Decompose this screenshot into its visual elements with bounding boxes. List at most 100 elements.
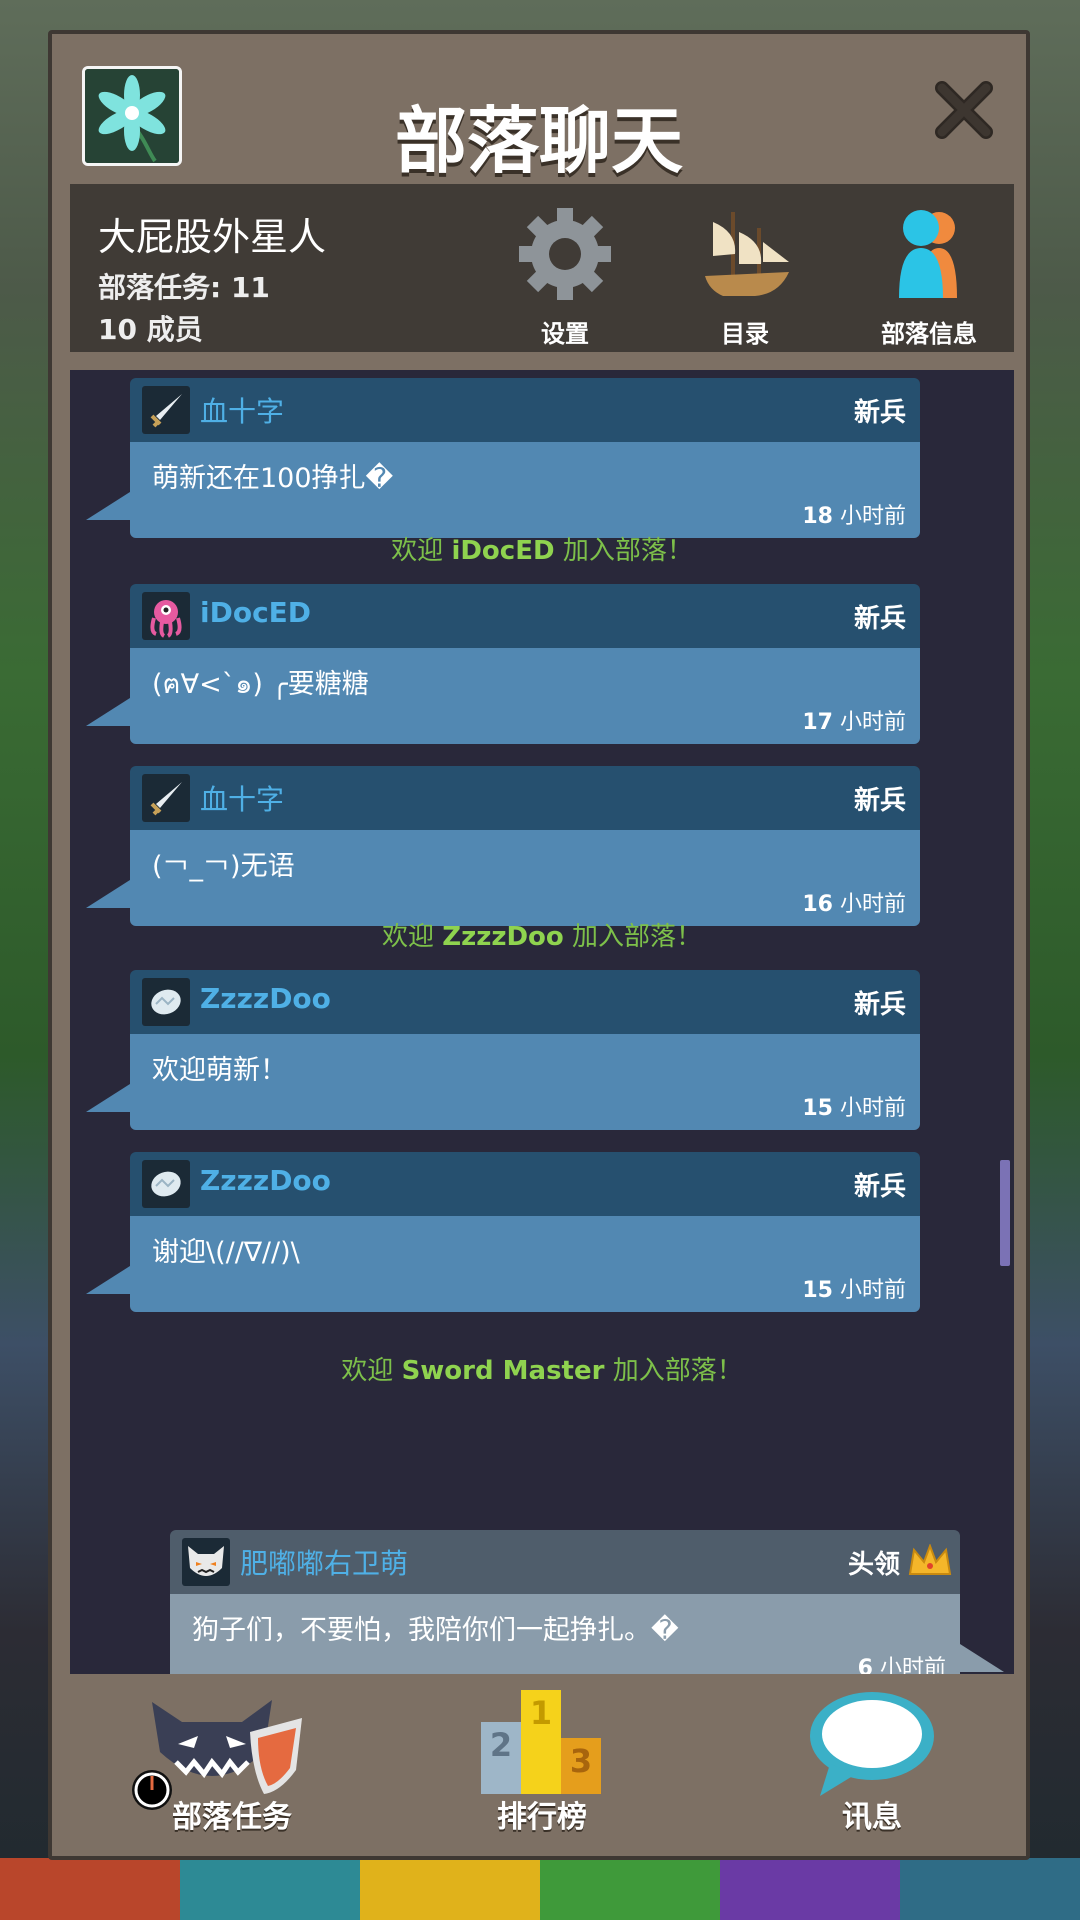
time-value: 16	[802, 892, 833, 917]
bubble-tail	[86, 1084, 130, 1112]
svg-text:2: 2	[490, 1726, 512, 1764]
leaderboard-button[interactable]: 2 1 3 排行榜	[422, 1678, 662, 1858]
sender-name[interactable]: iDocED	[200, 596, 311, 629]
speech-bubble-icon	[810, 1692, 934, 1796]
chat-message: ZzzzDoo 新兵 谢迎\(//∇//)\ 15 小时前	[86, 1152, 920, 1312]
sender-name[interactable]: 血十字	[200, 390, 284, 430]
bubble-tail	[86, 698, 130, 726]
welcome-prefix: 欢迎	[381, 922, 443, 952]
tribe-tasks-count: 部落任务: 11	[98, 271, 270, 304]
message-header: ZzzzDoo 新兵	[130, 970, 920, 1034]
gear-icon	[519, 208, 611, 300]
sender-rank: 新兵	[853, 786, 906, 816]
message-time: 16 小时前	[802, 886, 906, 918]
chat-message: 血十字 新兵 (￢_￢)无语 16 小时前	[86, 766, 920, 926]
settings-label: 设置	[541, 320, 589, 348]
message-header: 血十字 新兵	[130, 766, 920, 830]
tribe-info-button[interactable]: 部落信息	[854, 202, 1004, 349]
welcome-prefix: 欢迎	[391, 536, 452, 566]
welcome-notice: 欢迎 Sword Master 加入部落！	[70, 1350, 1014, 1387]
sender-name[interactable]: 肥嘟嘟右卫萌	[240, 1542, 408, 1582]
bubble-tail	[960, 1644, 1004, 1672]
sender-rank: 新兵	[853, 990, 906, 1020]
bubble-tail	[86, 492, 130, 520]
time-value: 6	[857, 1656, 873, 1674]
message-text: 谢迎\(//∇//)\	[152, 1237, 300, 1268]
welcome-name: Sword Master	[401, 1356, 605, 1386]
messages-button[interactable]: 讯息	[752, 1678, 992, 1858]
message-time: 17 小时前	[802, 704, 906, 736]
tribe-tasks-label: 部落任务	[172, 1800, 292, 1835]
chat-message-leader: 肥嘟嘟右卫萌 头领 狗子们，不要怕，我陪你们一起挣扎。� 6 小时前	[170, 1530, 1004, 1674]
time-value: 18	[802, 504, 833, 529]
close-button[interactable]	[932, 78, 996, 142]
chat-feed[interactable]: 血十字 新兵 萌新还在100挣扎� 18 小时前 欢迎 iDocED 加入部落！…	[70, 370, 1014, 1674]
welcome-notice: 欢迎 ZzzzDoo 加入部落！	[70, 916, 1014, 953]
time-unit: 小时前	[839, 1278, 906, 1303]
time-unit: 小时前	[839, 710, 906, 735]
message-time: 6 小时前	[858, 1650, 946, 1674]
message-header: 血十字 新兵	[130, 378, 920, 442]
sender-rank: 头领	[847, 1550, 900, 1580]
podium-icon: 2 1 3	[481, 1690, 601, 1794]
people-icon	[899, 210, 957, 298]
message-text: (ฅ∀<`๑) ╭要糖糖	[152, 669, 369, 700]
message-body: (ฅ∀<`๑) ╭要糖糖 17 小时前	[86, 648, 920, 744]
tribe-members-count: 10 成员	[98, 313, 203, 346]
time-value: 17	[802, 710, 833, 735]
page-title: 部落聊天	[394, 99, 683, 183]
svg-text:3: 3	[570, 1742, 592, 1780]
close-icon	[935, 81, 993, 139]
message-header: 肥嘟嘟右卫萌 头领	[170, 1530, 960, 1594]
tribe-info-bar: 大屁股外星人 部落任务: 11 10 成员 设置 目录 部落信息	[70, 184, 1014, 352]
sender-rank: 新兵	[853, 398, 906, 428]
leaderboard-label: 排行榜	[497, 1800, 587, 1835]
bottom-tab-strip	[0, 1858, 1080, 1920]
sender-rank: 新兵	[853, 604, 906, 634]
time-value: 15	[802, 1278, 833, 1303]
tribe-tasks-button[interactable]: 部落任务	[112, 1678, 352, 1858]
message-text: (￢_￢)无语	[152, 851, 295, 882]
time-unit: 小时前	[839, 892, 906, 917]
time-unit: 小时前	[879, 1656, 946, 1674]
welcome-name: ZzzzDoo	[442, 922, 564, 952]
octopus-icon	[142, 592, 190, 640]
time-unit: 小时前	[839, 1096, 906, 1121]
message-body: 欢迎萌新！ 15 小时前	[86, 1034, 920, 1130]
chat-message: 血十字 新兵 萌新还在100挣扎� 18 小时前	[86, 378, 920, 538]
chat-message: iDocED 新兵 (ฅ∀<`๑) ╭要糖糖 17 小时前	[86, 584, 920, 744]
welcome-suffix: 加入部落！	[563, 922, 703, 952]
message-header: iDocED 新兵	[130, 584, 920, 648]
chat-message: ZzzzDoo 新兵 欢迎萌新！ 15 小时前	[86, 970, 920, 1130]
message-text: 狗子们，不要怕，我陪你们一起挣扎。�	[192, 1615, 679, 1646]
message-text: 欢迎萌新！	[152, 1055, 287, 1086]
sword-icon	[142, 386, 190, 434]
demon-mask-icon	[182, 1538, 230, 1586]
crown-icon	[908, 1544, 952, 1575]
message-header: ZzzzDoo 新兵	[130, 1152, 920, 1216]
tribe-name: 大屁股外星人	[98, 215, 327, 259]
settings-button[interactable]: 设置	[490, 202, 640, 349]
messages-label: 讯息	[842, 1800, 902, 1835]
message-text: 萌新还在100挣扎�	[152, 463, 394, 494]
bubble-tail	[86, 880, 130, 908]
ship-icon	[705, 212, 789, 296]
sender-name[interactable]: ZzzzDoo	[200, 982, 331, 1015]
panel-header: 部落聊天	[52, 34, 1026, 183]
welcome-prefix: 欢迎	[341, 1356, 402, 1386]
message-time: 15 小时前	[802, 1272, 906, 1304]
sender-name[interactable]: ZzzzDoo	[200, 1164, 331, 1197]
sword-icon	[142, 774, 190, 822]
message-time: 18 小时前	[802, 498, 906, 530]
svg-text:1: 1	[530, 1694, 552, 1732]
catalog-button[interactable]: 目录	[670, 202, 820, 349]
time-value: 15	[802, 1096, 833, 1121]
chat-scrollbar[interactable]	[1000, 1160, 1010, 1266]
tribe-info-label: 部落信息	[881, 320, 977, 348]
catalog-label: 目录	[721, 320, 769, 348]
panel-footer: 部落任务 2 1 3 排行榜 讯息	[52, 1678, 1026, 1858]
message-time: 15 小时前	[802, 1090, 906, 1122]
welcome-suffix: 加入部落！	[554, 536, 693, 566]
egg-icon	[142, 1160, 190, 1208]
sender-name[interactable]: 血十字	[200, 778, 284, 818]
